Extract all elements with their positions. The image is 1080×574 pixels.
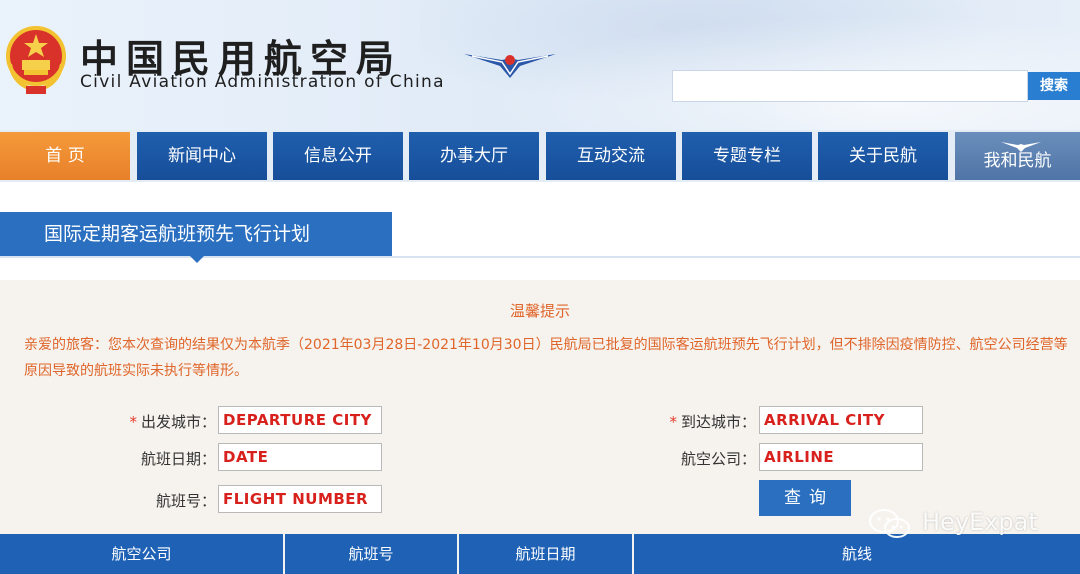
- nav-item-news[interactable]: 新闻中心: [137, 132, 267, 180]
- flight-number-label: 航班号：: [155, 492, 216, 510]
- site-header: 中国民用航空局 Civil Aviation Administration of…: [0, 0, 1080, 130]
- nav-item-label: 我和民航: [983, 151, 1052, 171]
- flight-number-field[interactable]: FLIGHT NUMBER: [218, 485, 382, 513]
- airline-field[interactable]: AIRLINE: [759, 443, 923, 471]
- column-header-flight-number: 航班号: [285, 534, 459, 574]
- mini-wings-icon: [1001, 142, 1041, 152]
- caac-wings-logo-icon: [464, 54, 556, 78]
- nav-item-services[interactable]: 办事大厅: [409, 132, 539, 180]
- date-field[interactable]: DATE: [218, 443, 382, 471]
- departure-label: * 出发城市：: [129, 413, 216, 431]
- arrival-city-field[interactable]: ARRIVAL CITY: [759, 406, 923, 434]
- nav-item-info[interactable]: 信息公开: [273, 132, 403, 180]
- title-pointer-icon: [190, 256, 204, 263]
- date-label: 航班日期：: [140, 450, 216, 468]
- watermark: HeyExpat: [868, 504, 1048, 544]
- arrival-label: * 到达城市：: [669, 413, 756, 431]
- required-mark: *: [129, 413, 137, 431]
- query-button[interactable]: 查询: [759, 480, 851, 516]
- nav-item-topics[interactable]: 专题专栏: [682, 132, 812, 180]
- nav-item-interaction[interactable]: 互动交流: [546, 132, 676, 180]
- departure-city-field[interactable]: DEPARTURE CITY: [218, 406, 382, 434]
- site-title-en: Civil Aviation Administration of China: [80, 72, 445, 92]
- column-header-airline: 航空公司: [0, 534, 285, 574]
- watermark-text: HeyExpat: [922, 508, 1038, 536]
- required-mark: *: [669, 413, 677, 431]
- search-input[interactable]: [672, 70, 1028, 102]
- section-divider: [0, 256, 1080, 258]
- main-nav: 首 页 新闻中心 信息公开 办事大厅 互动交流 专题专栏 关于民航 我和民航: [0, 130, 1080, 182]
- nav-item-home[interactable]: 首 页: [0, 132, 130, 180]
- nav-item-me-and-caac[interactable]: 我和民航: [955, 132, 1080, 180]
- column-header-flight-date: 航班日期: [459, 534, 634, 574]
- page-title: 国际定期客运航班预先飞行计划: [0, 212, 392, 256]
- notice-text: 亲爱的旅客：您本次查询的结果仅为本航季（2021年03月28日-2021年10月…: [24, 337, 1068, 379]
- search-button[interactable]: 搜索: [1028, 72, 1080, 100]
- notice-title: 温馨提示: [509, 302, 570, 320]
- wechat-icon: [869, 509, 910, 538]
- nav-item-about[interactable]: 关于民航: [818, 132, 948, 180]
- airline-label: 航空公司：: [680, 450, 756, 468]
- national-emblem-icon: [6, 26, 66, 94]
- query-panel: 温馨提示 亲爱的旅客：您本次查询的结果仅为本航季（2021年03月28日-202…: [0, 280, 1080, 534]
